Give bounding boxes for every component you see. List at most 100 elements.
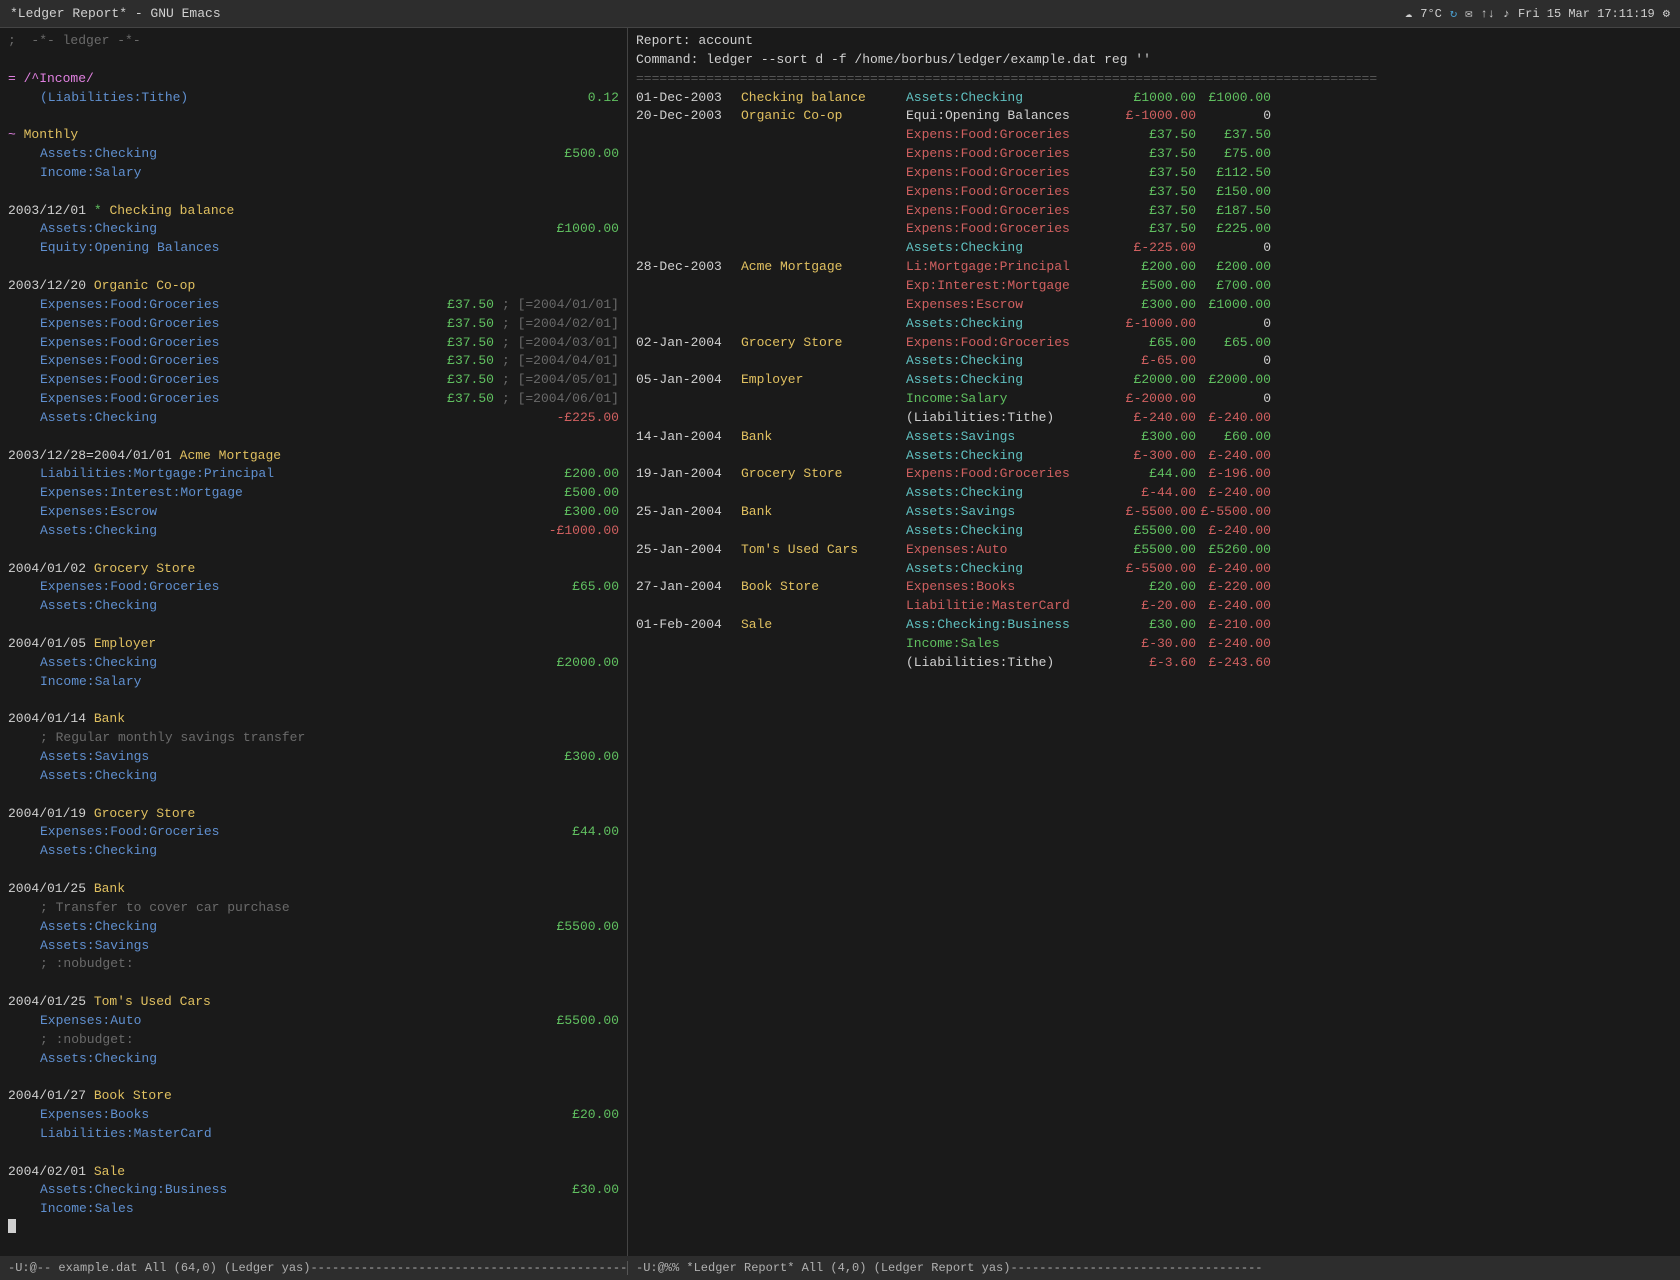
status-bar: -U:@-- example.dat All (64,0) (Ledger ya… <box>0 1256 1680 1280</box>
list-item: Assets:Checking:Business£30.00 <box>8 1181 619 1200</box>
list-item: ; -*- ledger -*- <box>8 32 619 51</box>
report-line: Expens:Food:Groceries£37.50£225.00 <box>636 220 1672 239</box>
report-line: (Liabilities:Tithe)£-240.00£-240.00 <box>636 409 1672 428</box>
report-line: Assets:Checking£-5500.00£-240.00 <box>636 560 1672 579</box>
list-item: Expenses:Food:Groceries£37.50; [=2004/06… <box>8 390 619 409</box>
list-item: 2003/12/01 * Checking balance <box>8 202 619 221</box>
list-item: Liabilities:Mortgage:Principal£200.00 <box>8 465 619 484</box>
list-item <box>8 183 619 202</box>
list-item <box>8 428 619 447</box>
weather-icon: ☁ <box>1405 6 1412 21</box>
list-item <box>8 974 619 993</box>
report-line: Expenses:Escrow£300.00£1000.00 <box>636 296 1672 315</box>
list-item: Assets:Checking-£225.00 <box>8 409 619 428</box>
report-line: 02-Jan-2004Grocery StoreExpens:Food:Groc… <box>636 334 1672 353</box>
report-line: Expens:Food:Groceries£37.50£75.00 <box>636 145 1672 164</box>
list-item: Expenses:Food:Groceries£37.50; [=2004/05… <box>8 371 619 390</box>
list-item: = /^Income/ <box>8 70 619 89</box>
main-content: ; -*- ledger -*- = /^Income/(Liabilities… <box>0 28 1680 1256</box>
mail-icon: ✉ <box>1465 6 1472 21</box>
report-line: Exp:Interest:Mortgage£500.00£700.00 <box>636 277 1672 296</box>
list-item: 2004/01/02 Grocery Store <box>8 560 619 579</box>
system-tray: ☁ 7°C ↻ ✉ ↑↓ ♪ Fri 15 Mar 17:11:19 ⚙ <box>1405 6 1670 21</box>
list-item: Expenses:Food:Groceries£37.50; [=2004/03… <box>8 334 619 353</box>
report-line: Assets:Checking£-1000.000 <box>636 315 1672 334</box>
report-line: Expens:Food:Groceries£37.50£112.50 <box>636 164 1672 183</box>
list-item: Assets:Checking <box>8 597 619 616</box>
list-item: Assets:Checking-£1000.00 <box>8 522 619 541</box>
status-left: -U:@-- example.dat All (64,0) (Ledger ya… <box>0 1261 628 1275</box>
report-line: 14-Jan-2004BankAssets:Savings£300.00£60.… <box>636 428 1672 447</box>
report-line: Expens:Food:Groceries£37.50£37.50 <box>636 126 1672 145</box>
report-line: Income:Salary£-2000.000 <box>636 390 1672 409</box>
report-line: Income:Sales£-30.00£-240.00 <box>636 635 1672 654</box>
separator: ========================================… <box>636 70 1672 89</box>
report-line: Assets:Checking£5500.00£-240.00 <box>636 522 1672 541</box>
title-bar: *Ledger Report* - GNU Emacs ☁ 7°C ↻ ✉ ↑↓… <box>0 0 1680 28</box>
list-item <box>8 861 619 880</box>
list-item: Assets:Checking <box>8 842 619 861</box>
report-line: 25-Jan-2004Tom's Used CarsExpenses:Auto£… <box>636 541 1672 560</box>
list-item: ; :nobudget: <box>8 955 619 974</box>
list-item <box>8 258 619 277</box>
list-item: (Liabilities:Tithe)0.12 <box>8 89 619 108</box>
list-item: 2004/01/25 Tom's Used Cars <box>8 993 619 1012</box>
list-item: Assets:Checking£500.00 <box>8 145 619 164</box>
list-item: 2003/12/20 Organic Co-op <box>8 277 619 296</box>
list-item: ~ Monthly <box>8 126 619 145</box>
report-line: 01-Dec-2003Checking balanceAssets:Checki… <box>636 89 1672 108</box>
list-item: ; Regular monthly savings transfer <box>8 729 619 748</box>
list-item: Expenses:Interest:Mortgage£500.00 <box>8 484 619 503</box>
list-item: Income:Sales <box>8 1200 619 1219</box>
list-item: Expenses:Food:Groceries£37.50; [=2004/04… <box>8 352 619 371</box>
list-item: ; Transfer to cover car purchase <box>8 899 619 918</box>
list-item: Income:Salary <box>8 164 619 183</box>
report-line: 20-Dec-2003Organic Co-opEqui:Opening Bal… <box>636 107 1672 126</box>
list-item: Income:Salary <box>8 673 619 692</box>
list-item: Expenses:Food:Groceries£37.50; [=2004/02… <box>8 315 619 334</box>
list-item: Expenses:Food:Groceries£44.00 <box>8 823 619 842</box>
list-item <box>8 692 619 711</box>
report-line: Assets:Checking£-300.00£-240.00 <box>636 447 1672 466</box>
list-item: 2004/01/27 Book Store <box>8 1087 619 1106</box>
list-item: Assets:Savings <box>8 937 619 956</box>
list-item: Equity:Opening Balances <box>8 239 619 258</box>
network-icon: ↑↓ <box>1480 7 1494 21</box>
window-title: *Ledger Report* - GNU Emacs <box>10 6 221 21</box>
list-item <box>8 107 619 126</box>
list-item: Assets:Savings£300.00 <box>8 748 619 767</box>
list-item: Expenses:Food:Groceries£65.00 <box>8 578 619 597</box>
status-right: -U:@%% *Ledger Report* All (4,0) (Ledger… <box>628 1261 1680 1275</box>
list-item: Assets:Checking <box>8 1050 619 1069</box>
datetime: Fri 15 Mar 17:11:19 <box>1518 7 1655 21</box>
report-line: 27-Jan-2004Book StoreExpenses:Books£20.0… <box>636 578 1672 597</box>
list-item: Expenses:Escrow£300.00 <box>8 503 619 522</box>
report-line: 05-Jan-2004EmployerAssets:Checking£2000.… <box>636 371 1672 390</box>
volume-icon: ♪ <box>1503 7 1510 21</box>
list-item: ; :nobudget: <box>8 1031 619 1050</box>
report-line: Expens:Food:Groceries£37.50£150.00 <box>636 183 1672 202</box>
list-item: 2004/01/14 Bank <box>8 710 619 729</box>
list-item: Assets:Checking£2000.00 <box>8 654 619 673</box>
list-item: Expenses:Books£20.00 <box>8 1106 619 1125</box>
report-line: Assets:Checking£-65.000 <box>636 352 1672 371</box>
report-command: Command: ledger --sort d -f /home/borbus… <box>636 51 1672 70</box>
list-item: 2004/01/05 Employer <box>8 635 619 654</box>
list-item <box>8 1068 619 1087</box>
list-item: Assets:Checking <box>8 767 619 786</box>
report-line: Liabilitie:MasterCard£-20.00£-240.00 <box>636 597 1672 616</box>
list-item <box>8 786 619 805</box>
report-line: 28-Dec-2003Acme MortgageLi:Mortgage:Prin… <box>636 258 1672 277</box>
left-pane[interactable]: ; -*- ledger -*- = /^Income/(Liabilities… <box>0 28 628 1256</box>
right-pane: Report: accountCommand: ledger --sort d … <box>628 28 1680 1256</box>
list-item <box>8 1219 619 1238</box>
list-item <box>8 51 619 70</box>
report-header: Report: account <box>636 32 1672 51</box>
list-item: 2004/01/25 Bank <box>8 880 619 899</box>
list-item <box>8 541 619 560</box>
report-line: (Liabilities:Tithe)£-3.60£-243.60 <box>636 654 1672 673</box>
report-line: 01-Feb-2004SaleAss:Checking:Business£30.… <box>636 616 1672 635</box>
list-item: 2004/02/01 Sale <box>8 1163 619 1182</box>
list-item: Assets:Checking£5500.00 <box>8 918 619 937</box>
report-line: Assets:Checking£-225.000 <box>636 239 1672 258</box>
